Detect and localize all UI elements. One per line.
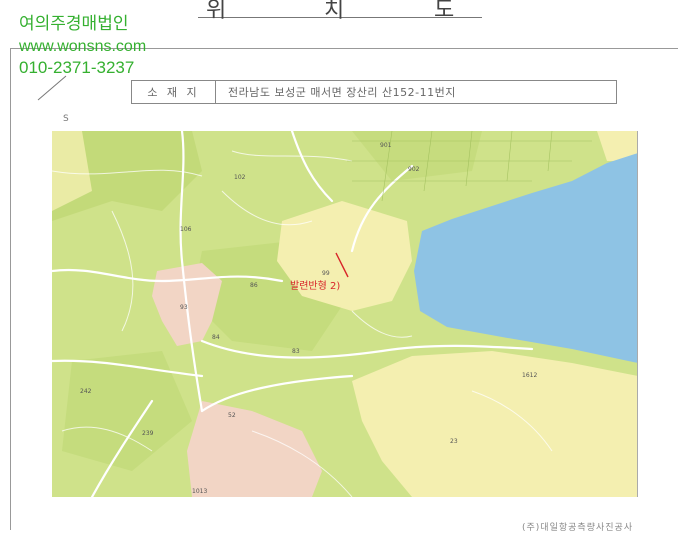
parcel-label: 86 <box>250 282 258 289</box>
parcel-label: 901 <box>380 142 392 149</box>
title-char-2: 치 <box>324 0 346 23</box>
parcel-label: 106 <box>180 226 192 233</box>
title-char-1: 위 <box>206 0 228 23</box>
address-label: 소 재 지 <box>132 81 216 103</box>
title-char-3: 도 <box>434 0 456 23</box>
page-title: 위 치 도 <box>198 0 482 23</box>
parcel-label: 1612 <box>522 372 537 379</box>
location-map: 901 902 102 106 86 93 84 83 99 242 239 5… <box>52 131 638 497</box>
footer-credit: (주)대일항공측량사진공사 <box>522 523 634 533</box>
parcel-label: 52 <box>228 412 236 419</box>
subject-parcel-label: 발련반형 2) <box>290 280 340 292</box>
map-canvas: 901 902 102 106 86 93 84 83 99 242 239 5… <box>52 131 637 497</box>
watermark-slash-decoration <box>37 75 67 101</box>
map-field-south <box>352 351 637 497</box>
watermark-website: www.wonsns.com <box>19 38 147 55</box>
parcel-label: 239 <box>142 430 154 437</box>
parcel-label: 902 <box>408 166 420 173</box>
scale-mark: S <box>63 114 69 124</box>
parcel-label: 83 <box>292 348 300 355</box>
watermark-company: 여의주경매법인 <box>19 14 129 33</box>
address-table: 소 재 지 전라남도 보성군 매서면 장산리 산152-11번지 <box>131 80 617 104</box>
parcel-label: 93 <box>180 304 188 311</box>
parcel-label: 99 <box>322 270 330 277</box>
parcel-label: 84 <box>212 334 220 341</box>
parcel-label: 1013 <box>192 488 207 495</box>
parcel-label: 242 <box>80 388 92 395</box>
parcel-label: 102 <box>234 174 246 181</box>
address-value: 전라남도 보성군 매서면 장산리 산152-11번지 <box>228 86 456 99</box>
parcel-label: 23 <box>450 438 458 445</box>
